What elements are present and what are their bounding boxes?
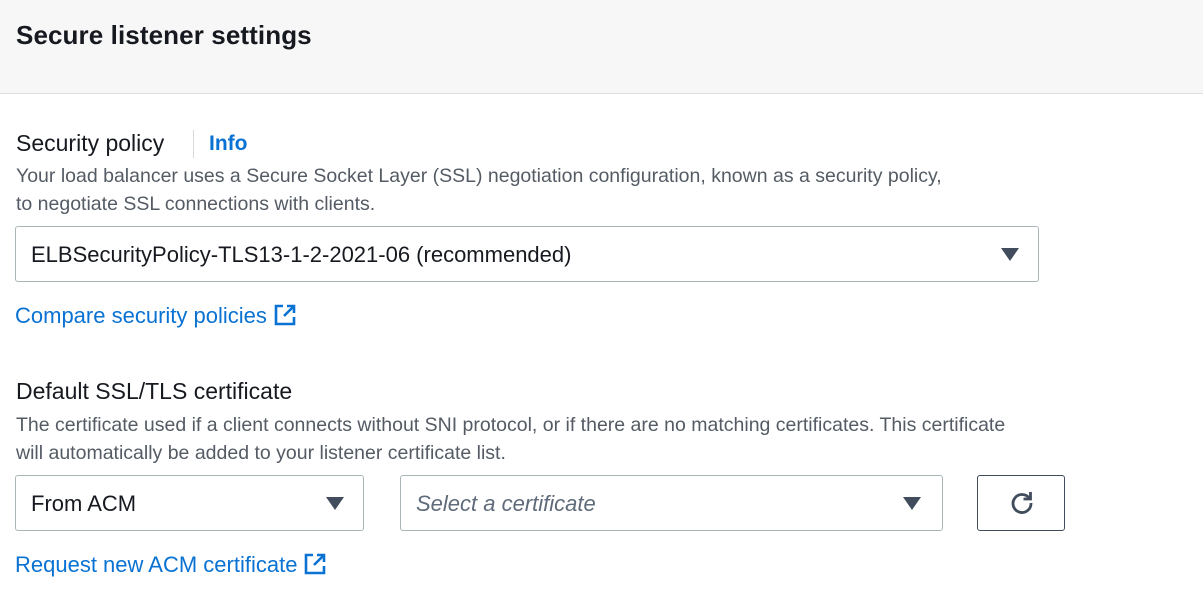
- request-acm-certificate-link[interactable]: Request new ACM certificate: [15, 552, 327, 578]
- external-link-icon: [305, 553, 326, 575]
- security-policy-label: Security policy: [16, 130, 165, 156]
- external-link-icon: [274, 304, 296, 326]
- certificate-select-placeholder: Select a certificate: [416, 491, 596, 516]
- section-title: Secure listener settings: [16, 20, 312, 50]
- security-policy-selected-value: ELBSecurityPolicy-TLS13-1-2-2021-06 (rec…: [31, 242, 572, 267]
- refresh-icon: [1011, 492, 1033, 514]
- refresh-button[interactable]: [977, 475, 1065, 531]
- certificate-source-select[interactable]: From ACM: [15, 475, 364, 531]
- caret-down-icon: [903, 497, 921, 510]
- certificate-description-line-2: will automatically be added to your list…: [16, 442, 506, 464]
- request-acm-certificate-label: Request new ACM certificate: [15, 552, 298, 577]
- certificate-select[interactable]: Select a certificate: [400, 475, 943, 531]
- caret-down-icon: [1001, 248, 1019, 261]
- caret-down-icon: [326, 497, 344, 510]
- security-policy-description-line-2: to negotiate SSL connections with client…: [16, 193, 376, 215]
- certificate-description-line-1: The certificate used if a client connect…: [16, 414, 1006, 436]
- info-link[interactable]: Info: [209, 132, 247, 156]
- compare-security-policies-label: Compare security policies: [15, 303, 267, 328]
- certificate-source-value: From ACM: [31, 491, 137, 516]
- certificate-label: Default SSL/TLS certificate: [16, 378, 293, 404]
- compare-security-policies-link[interactable]: Compare security policies: [15, 303, 297, 329]
- security-policy-description-line-1: Your load balancer uses a Secure Socket …: [16, 165, 942, 187]
- info-separator: [193, 130, 194, 158]
- security-policy-select[interactable]: ELBSecurityPolicy-TLS13-1-2-2021-06 (rec…: [15, 226, 1039, 282]
- section-header: Secure listener settings: [0, 0, 1203, 94]
